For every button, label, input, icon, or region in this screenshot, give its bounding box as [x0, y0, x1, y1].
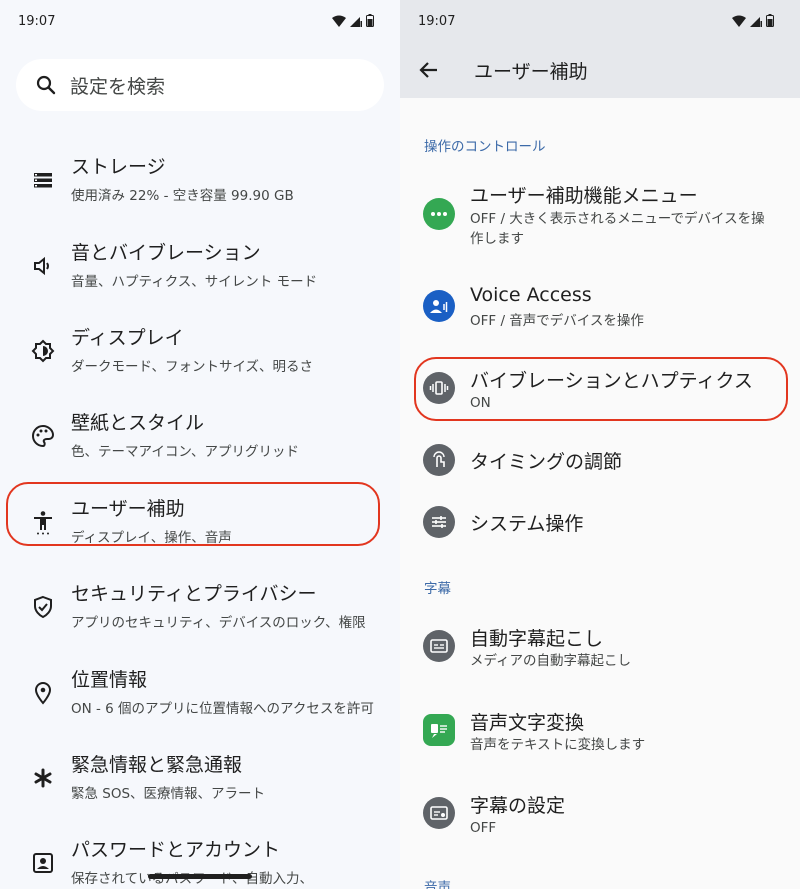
battery-icon [366, 14, 374, 27]
page-title: ユーザー補助 [474, 61, 588, 83]
settings-item-security[interactable]: セキュリティとプライバシー アプリのセキュリティ、デバイスのロック、権限 [0, 572, 400, 642]
highlight-frame [6, 482, 380, 546]
touch-timer-icon [423, 444, 455, 476]
signal-icon [750, 16, 762, 27]
settings-item-storage[interactable]: ストレージ 使用済み 22% - 空き容量 99.90 GB [0, 145, 400, 215]
section-header-audio: 音声 [424, 880, 451, 889]
a11y-item-caption-settings[interactable]: 字幕の設定 OFF [400, 789, 800, 849]
menu-dots-icon [423, 198, 455, 230]
item-title: 自動字幕起こし [470, 628, 604, 650]
item-title: 壁紙とスタイル [71, 412, 205, 434]
a11y-item-live-transcribe[interactable]: 音声文字変換 音声をテキストに変換します [400, 706, 800, 766]
item-subtitle: メディアの自動字幕起こし [470, 653, 632, 669]
item-title: 位置情報 [71, 669, 148, 691]
item-title: タイミングの調節 [470, 451, 623, 473]
app-bar: 19:07 ユーザー補助 [400, 0, 800, 98]
volume-icon [34, 256, 49, 276]
voice-access-icon [423, 290, 455, 322]
a11y-item-menu[interactable]: ユーザー補助機能メニュー OFF / 大きく表示されるメニューでデバイスを操作し… [400, 178, 800, 258]
item-title: ユーザー補助機能メニュー [470, 185, 698, 207]
caption-icon [423, 630, 455, 662]
search-icon [36, 75, 56, 95]
status-bar: 19:07 [400, 0, 800, 44]
storage-icon [34, 173, 52, 188]
item-subtitle: 音量、ハプティクス、サイレント モード [71, 274, 318, 290]
item-subtitle: アプリのセキュリティ、デバイスのロック、権限 [71, 615, 366, 631]
item-subtitle: OFF [470, 820, 497, 836]
a11y-item-system-controls[interactable]: システム操作 [400, 504, 800, 544]
item-subtitle: 緊急 SOS、医療情報、アラート [71, 786, 266, 802]
status-time: 19:07 [18, 14, 56, 29]
location-icon [34, 681, 52, 705]
item-title: ディスプレイ [71, 327, 184, 349]
highlight-frame [414, 357, 788, 421]
settings-item-passwords[interactable]: パスワードとアカウント 保存されているパスワード、自動入力、 [0, 828, 400, 889]
status-icons [332, 14, 374, 27]
settings-item-wallpaper[interactable]: 壁紙とスタイル 色、テーマアイコン、アプリグリッド [0, 401, 400, 471]
item-title: システム操作 [470, 513, 584, 535]
signal-icon [350, 16, 362, 27]
a11y-item-live-caption[interactable]: 自動字幕起こし メディアの自動字幕起こし [400, 622, 800, 682]
asterisk-icon [34, 768, 52, 788]
item-subtitle: ON - 6 個のアプリに位置情報へのアクセスを許可 [71, 701, 374, 717]
sliders-icon [423, 506, 455, 538]
brightness-icon [31, 339, 55, 363]
gesture-nav-bar[interactable] [148, 874, 252, 879]
item-title: ストレージ [71, 156, 166, 178]
section-header-captions: 字幕 [424, 581, 451, 597]
account-icon [33, 853, 53, 873]
wifi-icon [732, 15, 746, 27]
settings-item-sound[interactable]: 音とバイブレーション 音量、ハプティクス、サイレント モード [0, 231, 400, 301]
status-bar: 19:07 [0, 0, 400, 44]
item-subtitle: 色、テーマアイコン、アプリグリッド [71, 444, 300, 460]
item-title: パスワードとアカウント [71, 839, 281, 861]
accessibility-pane: 19:07 ユーザー補助 操作のコントロール ユーザー補助機能メニュー OFF … [400, 0, 800, 889]
item-title: セキュリティとプライバシー [71, 583, 317, 605]
item-title: 緊急情報と緊急通報 [71, 754, 243, 776]
palette-icon [32, 424, 55, 448]
section-header-controls: 操作のコントロール [424, 139, 546, 155]
item-subtitle: 使用済み 22% - 空き容量 99.90 GB [71, 188, 294, 204]
item-subtitle: OFF / 音声でデバイスを操作 [470, 313, 644, 329]
item-title: Voice Access [470, 284, 592, 306]
item-subtitle: OFF / 大きく表示されるメニューでデバイスを操作します [470, 211, 765, 247]
a11y-item-timing[interactable]: タイミングの調節 [400, 442, 800, 482]
search-placeholder: 設定を検索 [70, 75, 166, 98]
wifi-icon [332, 15, 346, 27]
back-arrow-icon[interactable] [417, 58, 441, 82]
settings-item-emergency[interactable]: 緊急情報と緊急通報 緊急 SOS、医療情報、アラート [0, 743, 400, 813]
item-title: 字幕の設定 [470, 795, 566, 817]
battery-icon [766, 14, 774, 27]
caption-settings-icon [423, 797, 455, 829]
item-subtitle: 音声をテキストに変換します [470, 737, 646, 753]
settings-item-location[interactable]: 位置情報 ON - 6 個のアプリに位置情報へのアクセスを許可 [0, 658, 400, 728]
status-time: 19:07 [418, 14, 456, 29]
shield-icon [34, 595, 52, 619]
settings-pane: 19:07 設定を検索 ストレージ 使用済み 22% - 空き容量 99.90 … [0, 0, 400, 889]
item-title: 音声文字変換 [470, 712, 585, 734]
transcribe-icon [423, 714, 455, 746]
status-icons [732, 14, 774, 27]
a11y-item-voice-access[interactable]: Voice Access OFF / 音声でデバイスを操作 [400, 282, 800, 342]
settings-item-display[interactable]: ディスプレイ ダークモード、フォントサイズ、明るさ [0, 316, 400, 386]
item-title: 音とバイブレーション [71, 242, 261, 264]
item-subtitle: ダークモード、フォントサイズ、明るさ [71, 359, 314, 375]
search-bar[interactable]: 設定を検索 [16, 59, 384, 111]
